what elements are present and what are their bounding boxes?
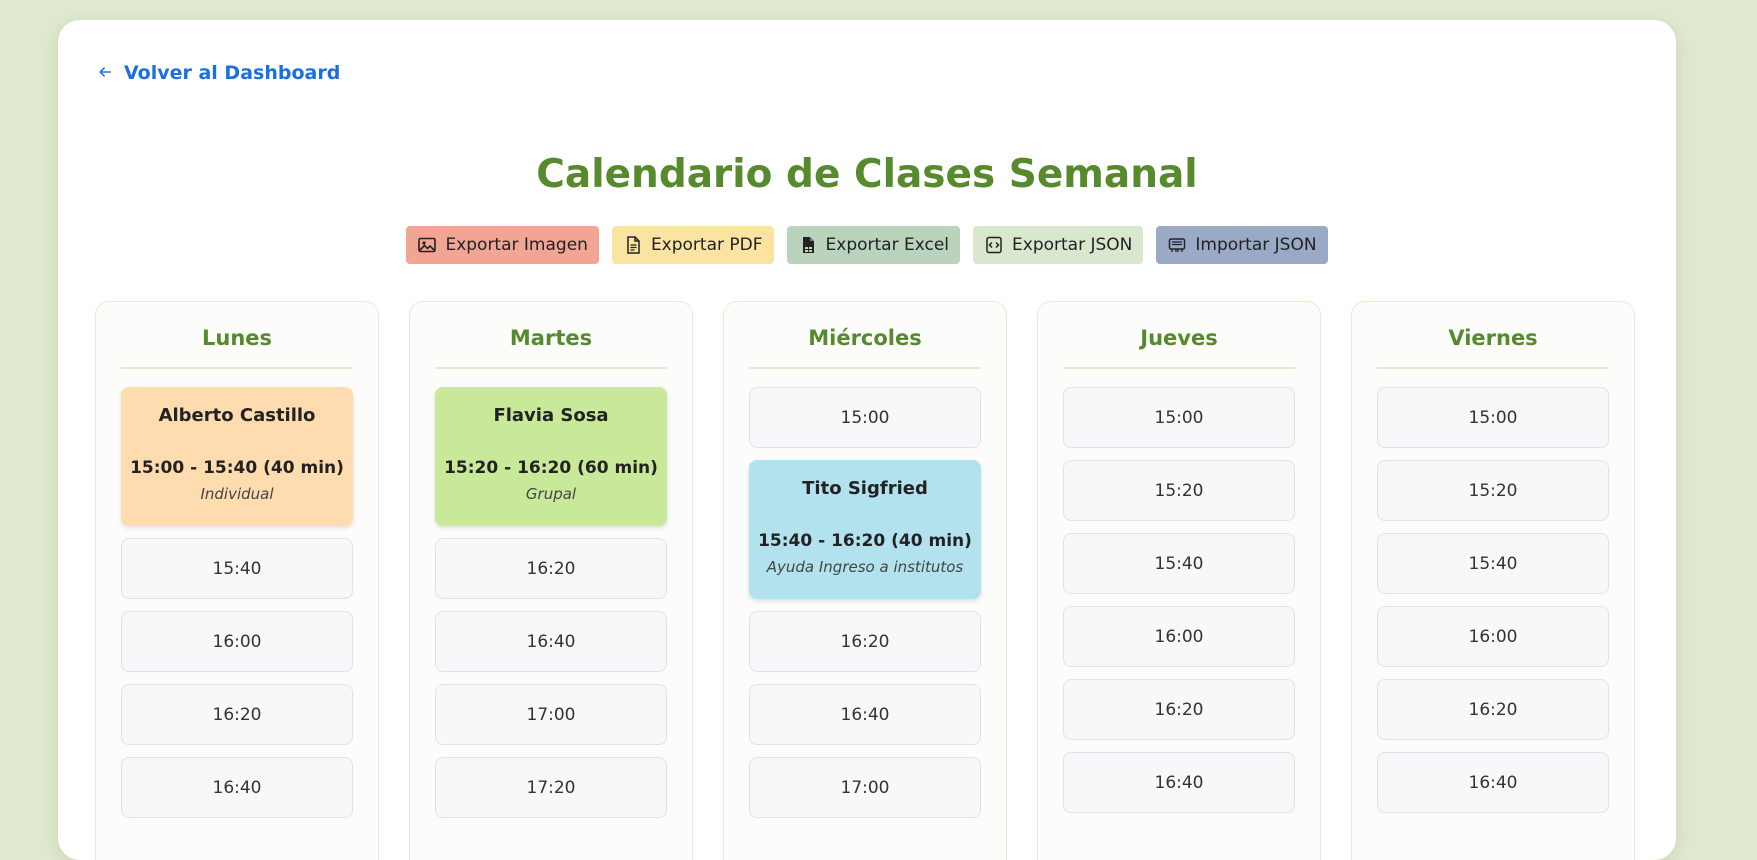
time-slot[interactable]: 15:00	[1063, 387, 1295, 448]
student-name: Tito Sigfried	[802, 478, 928, 499]
time-slot[interactable]: 17:20	[435, 757, 667, 818]
slot-list: 15:00 15:20 15:40 16:00 16:20 16:40	[1377, 387, 1609, 813]
class-time-range: 15:20 - 16:20 (60 min)	[444, 458, 658, 478]
export-toolbar: Exportar Imagen Exportar PDF Exportar Exce…	[58, 226, 1676, 264]
time-slot[interactable]: 16:40	[1377, 752, 1609, 813]
exportar-imagen-button[interactable]: Exportar Imagen	[406, 226, 599, 264]
toolbar-button-label: Exportar Excel	[825, 235, 950, 255]
time-slot[interactable]: 16:20	[121, 684, 353, 745]
booked-class-card[interactable]: Tito Sigfried 15:40 - 16:20 (40 min) Ayuda…	[749, 460, 981, 599]
student-name: Alberto Castillo	[158, 405, 316, 426]
day-header: Viernes	[1377, 302, 1609, 369]
time-slot[interactable]: 16:00	[1063, 606, 1295, 667]
page-title: Calendario de Clases Semanal	[536, 152, 1198, 197]
time-slot[interactable]: 15:00	[1377, 387, 1609, 448]
class-type: Ayuda Ingreso a institutos	[766, 558, 964, 576]
time-slot[interactable]: 17:00	[435, 684, 667, 745]
excel-file-icon	[798, 235, 818, 255]
toolbar-button-label: Exportar PDF	[650, 235, 763, 255]
class-time-range: 15:00 - 15:40 (40 min)	[130, 458, 344, 478]
time-slot[interactable]: 15:20	[1377, 460, 1609, 521]
class-type: Individual	[200, 485, 274, 503]
exportar-pdf-button[interactable]: Exportar PDF	[611, 226, 774, 264]
exportar-json-button[interactable]: Exportar JSON	[973, 226, 1144, 264]
time-slot[interactable]: 15:40	[1063, 533, 1295, 594]
day-column: Miércoles 15:00 Tito Sigfried 15:40 - 16:20…	[723, 301, 1007, 860]
toolbar-button-label: Importar JSON	[1195, 235, 1317, 255]
slot-list: 15:00 Tito Sigfried 15:40 - 16:20 (40 min)…	[749, 387, 981, 818]
time-slot[interactable]: 16:20	[435, 538, 667, 599]
time-slot[interactable]: 16:00	[121, 611, 353, 672]
time-slot[interactable]: 16:00	[1377, 606, 1609, 667]
day-column: Viernes 15:00 15:20 15:40 16:00 16:20 16:40	[1351, 301, 1635, 860]
day-header: Martes	[435, 302, 667, 369]
time-slot[interactable]: 15:20	[1063, 460, 1295, 521]
code-file-icon	[984, 235, 1004, 255]
import-icon	[1167, 235, 1187, 255]
class-time-range: 15:40 - 16:20 (40 min)	[758, 531, 972, 551]
day-header: Miércoles	[749, 302, 981, 369]
time-slot[interactable]: 16:20	[749, 611, 981, 672]
student-name: Flavia Sosa	[493, 405, 609, 426]
day-header: Jueves	[1063, 302, 1295, 369]
slot-list: Flavia Sosa 15:20 - 16:20 (60 min) Grupal 1…	[435, 387, 667, 818]
day-column: Lunes Alberto Castillo 15:00 - 15:40 (40 m…	[95, 301, 379, 860]
arrow-left-icon	[98, 64, 114, 83]
time-slot[interactable]: 16:20	[1377, 679, 1609, 740]
day-header: Lunes	[121, 302, 353, 369]
time-slot[interactable]: 16:40	[121, 757, 353, 818]
day-column: Martes Flavia Sosa 15:20 - 16:20 (60 min) G…	[409, 301, 693, 860]
back-link-label: Volver al Dashboard	[124, 62, 341, 84]
week-columns: Lunes Alberto Castillo 15:00 - 15:40 (40 m…	[95, 301, 1635, 860]
slot-list: 15:00 15:20 15:40 16:00 16:20 16:40	[1063, 387, 1295, 813]
importar-json-button[interactable]: Importar JSON	[1156, 226, 1328, 264]
time-slot[interactable]: 15:40	[121, 538, 353, 599]
time-slot[interactable]: 15:00	[749, 387, 981, 448]
document-icon	[623, 235, 643, 255]
booked-class-card[interactable]: Alberto Castillo 15:00 - 15:40 (40 min) In…	[121, 387, 353, 526]
day-column: Jueves 15:00 15:20 15:40 16:00 16:20 16:40	[1037, 301, 1321, 860]
time-slot[interactable]: 16:40	[1063, 752, 1295, 813]
slot-list: Alberto Castillo 15:00 - 15:40 (40 min) In…	[121, 387, 353, 818]
class-type: Grupal	[525, 485, 577, 503]
exportar-excel-button[interactable]: Exportar Excel	[786, 226, 961, 264]
image-icon	[417, 235, 437, 255]
calendar-card: Volver al Dashboard Calendario de Clases…	[58, 20, 1676, 860]
time-slot[interactable]: 16:40	[749, 684, 981, 745]
time-slot[interactable]: 17:00	[749, 757, 981, 818]
time-slot[interactable]: 16:40	[435, 611, 667, 672]
back-to-dashboard-link[interactable]: Volver al Dashboard	[98, 62, 340, 84]
toolbar-button-label: Exportar JSON	[1012, 235, 1133, 255]
booked-class-card[interactable]: Flavia Sosa 15:20 - 16:20 (60 min) Grupal	[435, 387, 667, 526]
toolbar-button-label: Exportar Imagen	[445, 235, 588, 255]
time-slot[interactable]: 16:20	[1063, 679, 1295, 740]
time-slot[interactable]: 15:40	[1377, 533, 1609, 594]
